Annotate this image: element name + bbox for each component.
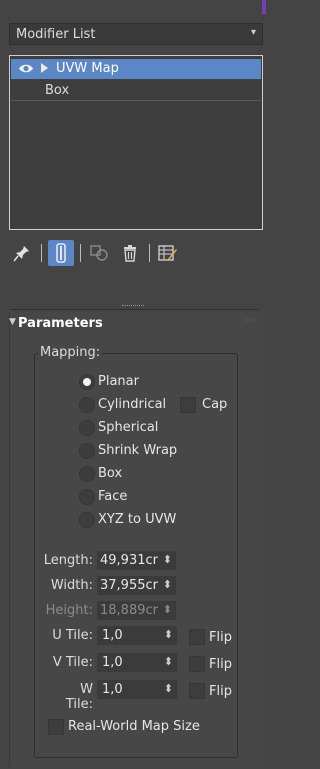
length-value: 49,931cr [100, 553, 158, 568]
width-label: Width: [50, 578, 93, 593]
real-world-map-size-checkbox[interactable] [48, 719, 64, 735]
toolbar-separator [80, 244, 81, 262]
height-label: Height: [45, 603, 93, 618]
make-unique-button[interactable] [86, 240, 112, 266]
length-label: Length: [43, 553, 93, 568]
make-unique-icon [90, 245, 108, 261]
u-tile-label: U Tile: [52, 628, 93, 643]
show-end-result-button[interactable] [48, 240, 74, 266]
spinner-arrows-icon[interactable]: ⬍ [164, 655, 173, 668]
modifier-stack[interactable]: UVW Map Box [9, 55, 263, 230]
expand-arrow-icon[interactable] [41, 63, 48, 73]
radio-cylindrical[interactable] [79, 397, 95, 413]
w-tile-label: W Tile: [65, 682, 93, 712]
stack-item-label: UVW Map [56, 61, 119, 76]
width-value: 37,955cr [100, 578, 158, 593]
chevron-down-icon: ▾ [250, 27, 256, 38]
height-spinner[interactable]: 18,889cr ⬍ [97, 601, 176, 620]
w-flip-label: Flip [209, 684, 232, 699]
rollout-divider [10, 309, 258, 310]
v-tile-spinner[interactable]: 1,0 ⬍ [97, 653, 177, 672]
configure-modifier-sets-button[interactable] [155, 240, 181, 266]
spinner-arrows-icon[interactable]: ⬍ [164, 628, 173, 641]
modifier-list-dropdown[interactable]: Modifier List ▾ [9, 23, 263, 45]
pin-stack-button[interactable] [9, 240, 35, 266]
radio-spherical[interactable] [79, 420, 95, 436]
u-flip-checkbox[interactable] [189, 629, 205, 645]
radio-label: Shrink Wrap [98, 443, 178, 458]
v-tile-label: V Tile: [52, 655, 93, 670]
radio-label: XYZ to UVW [98, 512, 177, 527]
radio-label: Spherical [98, 420, 159, 435]
collapse-caret-icon[interactable]: ▼ [9, 317, 16, 327]
modifier-list-label: Modifier List [16, 27, 96, 42]
cap-checkbox[interactable] [180, 397, 196, 413]
spinner-arrows-icon[interactable]: ⬍ [163, 553, 172, 566]
eye-icon[interactable] [18, 62, 34, 75]
v-flip-checkbox[interactable] [189, 656, 205, 672]
length-spinner[interactable]: 49,931cr ⬍ [97, 551, 176, 570]
u-tile-spinner[interactable]: 1,0 ⬍ [97, 626, 177, 645]
stack-item-label: Box [45, 83, 70, 98]
u-tile-value: 1,0 [102, 628, 123, 643]
toolbar-separator [149, 244, 150, 262]
rollout-grip[interactable] [122, 305, 144, 309]
spinner-arrows-icon[interactable]: ⬍ [163, 603, 172, 616]
mapping-label: Mapping: [38, 345, 103, 360]
parameters-title[interactable]: Parameters [18, 316, 103, 331]
spinner-arrows-icon[interactable]: ⬍ [163, 578, 172, 591]
radio-planar[interactable] [79, 374, 95, 390]
color-swatch[interactable] [262, 0, 266, 14]
stack-item-uvw-map[interactable]: UVW Map [11, 59, 261, 79]
w-tile-spinner[interactable]: 1,0 ⬍ [97, 680, 177, 699]
v-tile-value: 1,0 [102, 655, 123, 670]
radio-label: Face [98, 489, 128, 504]
stack-toolbar [9, 240, 263, 270]
cap-label: Cap [202, 397, 228, 412]
radio-label: Planar [98, 374, 139, 389]
show-end-result-icon [56, 243, 66, 263]
radio-label: Cylindrical [98, 397, 167, 412]
remove-modifier-button[interactable] [117, 240, 143, 266]
radio-face[interactable] [79, 489, 95, 505]
w-flip-checkbox[interactable] [189, 683, 205, 699]
width-spinner[interactable]: 37,955cr ⬍ [97, 576, 176, 595]
trash-icon [124, 245, 136, 262]
pin-icon [13, 246, 29, 262]
v-flip-label: Flip [209, 657, 232, 672]
height-value: 18,889cr [100, 603, 158, 618]
u-flip-label: Flip [209, 630, 232, 645]
radio-label: Box [98, 466, 123, 481]
stack-item-box[interactable]: Box [11, 81, 261, 101]
top-strip [0, 0, 266, 20]
radio-xyz-to-uvw[interactable] [79, 512, 95, 528]
w-tile-value: 1,0 [102, 682, 123, 697]
radio-shrink-wrap[interactable] [79, 443, 95, 459]
real-world-map-size-label: Real-World Map Size [68, 719, 200, 734]
drag-grip-icon[interactable]: ⁘⁘ [243, 316, 257, 326]
radio-box[interactable] [79, 466, 95, 482]
toolbar-separator [41, 244, 42, 262]
spinner-arrows-icon[interactable]: ⬍ [164, 682, 173, 695]
configure-modifier-sets-icon [158, 245, 177, 261]
